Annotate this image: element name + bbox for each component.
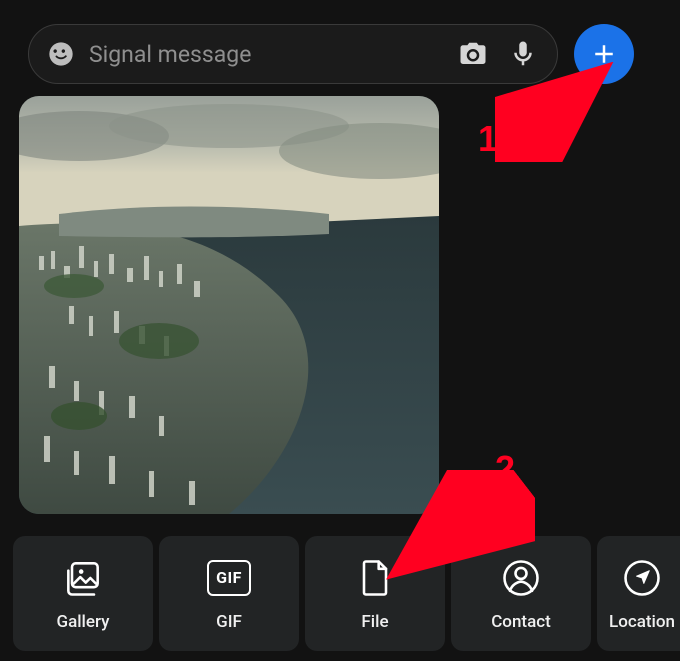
file-icon — [353, 556, 397, 600]
attachment-label: GIF — [216, 612, 242, 632]
message-input-pill[interactable]: Signal message — [28, 24, 558, 84]
gallery-icon — [61, 556, 105, 600]
composer-bar: Signal message — [28, 24, 634, 84]
camera-button[interactable] — [453, 34, 493, 74]
add-attachment-button[interactable] — [574, 24, 634, 84]
attachment-label: Gallery — [56, 612, 109, 632]
screen-root: Signal message — [0, 0, 680, 661]
attachment-option-gif[interactable]: GIF GIF — [159, 536, 299, 651]
attachment-option-location[interactable]: Location — [597, 536, 680, 651]
thumbnail-image — [19, 96, 439, 514]
location-icon — [620, 556, 664, 600]
attachment-label: Location — [609, 612, 675, 632]
microphone-icon — [508, 39, 538, 69]
emoji-button[interactable] — [43, 36, 79, 72]
smile-icon — [47, 40, 75, 68]
gif-icon: GIF — [207, 556, 251, 600]
attachment-option-gallery[interactable]: Gallery — [13, 536, 153, 651]
attachment-option-file[interactable]: File — [305, 536, 445, 651]
annotation-number-1: 1 — [478, 118, 498, 160]
annotation-number-2: 2 — [495, 448, 515, 490]
contact-icon — [499, 556, 543, 600]
plus-icon — [589, 39, 619, 69]
attachment-label: File — [361, 612, 388, 632]
attachment-label: Contact — [491, 612, 551, 632]
camera-icon — [458, 39, 488, 69]
message-input-placeholder: Signal message — [89, 41, 443, 68]
attachment-option-contact[interactable]: Contact — [451, 536, 591, 651]
attachment-type-strip: Gallery GIF GIF File — [13, 536, 680, 651]
voice-button[interactable] — [503, 34, 543, 74]
image-attachment-thumbnail[interactable] — [19, 96, 439, 514]
